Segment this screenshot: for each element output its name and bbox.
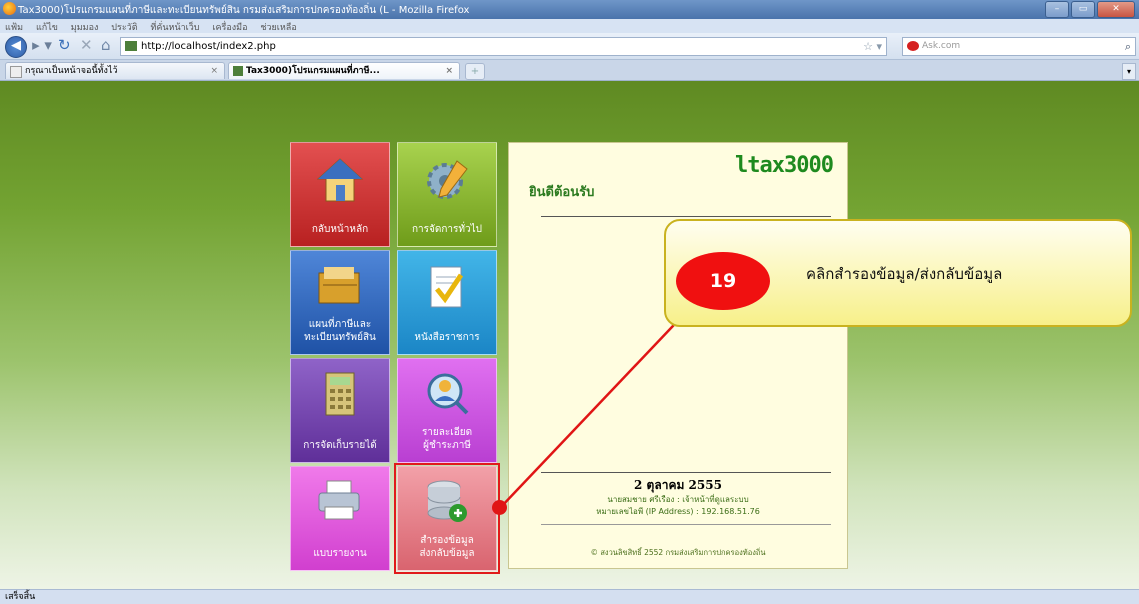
status-bar: เสร็จสิ้น bbox=[0, 589, 1139, 604]
site-favicon-icon bbox=[233, 66, 243, 76]
tab-close-icon[interactable]: × bbox=[210, 63, 218, 79]
tile-label: หนังสือราชการ bbox=[414, 332, 480, 343]
document-check-icon bbox=[430, 266, 464, 308]
firefox-icon bbox=[3, 2, 16, 15]
tile-official-letters[interactable]: หนังสือราชการ bbox=[397, 250, 497, 355]
calculator-icon bbox=[325, 372, 355, 416]
tile-label-line2: ทะเบียนทรัพย์สิน bbox=[304, 332, 376, 343]
site-favicon-icon bbox=[125, 41, 137, 51]
back-button[interactable]: ◀ bbox=[5, 36, 27, 58]
pointer-dot bbox=[492, 500, 507, 515]
user-magnifier-icon bbox=[427, 373, 469, 415]
tab-strip: กรุณาเป็นหน้าจอนี้ทั้งไว้ × Tax3000)โปรแ… bbox=[0, 60, 1139, 81]
search-placeholder: Ask.com bbox=[922, 41, 961, 51]
reload-button[interactable]: ↻ bbox=[58, 36, 71, 54]
title-bar: Tax3000)โปรแกรมแผนที่ภาษีและทะเบียนทรัพย… bbox=[0, 0, 1139, 19]
copyright: © สงวนลิขสิทธิ์ 2552 กรมส่งเสริมการปกครอ… bbox=[590, 548, 766, 557]
divider bbox=[541, 216, 831, 217]
window-title: Tax3000)โปรแกรมแผนที่ภาษีและทะเบียนทรัพย… bbox=[18, 5, 470, 16]
ip-info: หมายเลขไอพี (IP Address) : 192.168.51.76 bbox=[596, 507, 760, 516]
menu-bookmarks[interactable]: ที่คั่นหน้าเว็บ bbox=[150, 20, 199, 34]
printer-icon bbox=[318, 480, 360, 520]
tile-taxpayer-details[interactable]: รายละเอียดผู้ชำระภาษี bbox=[397, 358, 497, 463]
tab-label: Tax3000)โปรแกรมแผนที่ภาษี... bbox=[246, 66, 380, 76]
menu-view[interactable]: มุมมอง bbox=[71, 20, 99, 34]
tile-reports[interactable]: แบบรายงาน bbox=[290, 466, 390, 571]
highlight-box bbox=[394, 463, 500, 574]
search-input[interactable]: Ask.com ⌕ bbox=[902, 37, 1136, 56]
tile-label: แบบรายงาน bbox=[313, 548, 367, 559]
minimize-button[interactable]: – bbox=[1045, 1, 1069, 18]
new-tab-button[interactable]: + bbox=[465, 63, 485, 80]
tile-tax-map[interactable]: แผนที่ภาษีและทะเบียนทรัพย์สิน bbox=[290, 250, 390, 355]
brand-logo: ltax3000 bbox=[735, 153, 834, 178]
tile-label: กลับหน้าหลัก bbox=[311, 224, 369, 235]
home-button[interactable]: ⌂ bbox=[101, 36, 111, 54]
tile-general-management[interactable]: การจัดการทั่วไป bbox=[397, 142, 497, 247]
menu-tools[interactable]: เครื่องมือ bbox=[212, 20, 247, 34]
menu-file[interactable]: แฟ้ม bbox=[5, 20, 23, 34]
tile-label-line1: แผนที่ภาษีและ bbox=[308, 319, 372, 330]
step-number-badge: 19 bbox=[676, 252, 770, 310]
navigation-toolbar: ◀ ▸ ▾ ↻ ✕ ⌂ http://localhost/index2.php … bbox=[0, 33, 1139, 60]
tile-label-line1: รายละเอียด bbox=[421, 427, 473, 438]
welcome-panel: ltax3000 ยินดีต้อนรับ 2 ตุลาคม 2555 นายส… bbox=[508, 142, 848, 569]
tile-label-line2: ผู้ชำระภาษี bbox=[423, 440, 471, 451]
bookmark-star-icon[interactable]: ☆ ▾ bbox=[863, 38, 882, 55]
page-icon bbox=[10, 66, 22, 78]
menu-history[interactable]: ประวัติ bbox=[111, 20, 137, 34]
tab-label: กรุณาเป็นหน้าจอนี้ทั้งไว้ bbox=[25, 66, 118, 76]
divider bbox=[541, 472, 831, 473]
menu-bar: แฟ้ม แก้ไข มุมมอง ประวัติ ที่คั่นหน้าเว็… bbox=[0, 19, 1139, 33]
ask-engine-icon[interactable] bbox=[907, 41, 919, 51]
tile-label: การจัดการทั่วไป bbox=[411, 224, 483, 235]
tile-revenue-collection[interactable]: การจัดเก็บรายได้ bbox=[290, 358, 390, 463]
gear-pencil-icon bbox=[427, 160, 468, 199]
tile-home[interactable]: กลับหน้าหลัก bbox=[290, 142, 390, 247]
tab-blank[interactable]: กรุณาเป็นหน้าจอนี้ทั้งไว้ × bbox=[5, 62, 225, 79]
house-icon bbox=[316, 158, 364, 202]
maximize-button[interactable]: ▭ bbox=[1071, 1, 1095, 18]
instruction-text: คลิกสำรองข้อมูล/ส่งกลับข้อมูล bbox=[806, 265, 1003, 283]
tab-tax3000[interactable]: Tax3000)โปรแกรมแผนที่ภาษี... × bbox=[228, 62, 460, 79]
menu-help[interactable]: ช่วยเหลือ bbox=[260, 20, 296, 34]
url-bar[interactable]: http://localhost/index2.php ☆ ▾ bbox=[120, 37, 887, 56]
tab-close-icon[interactable]: × bbox=[445, 63, 453, 79]
stop-button[interactable]: ✕ bbox=[80, 36, 93, 54]
search-icon[interactable]: ⌕ bbox=[1125, 38, 1131, 55]
divider bbox=[541, 524, 831, 525]
close-button[interactable]: ✕ bbox=[1097, 1, 1135, 18]
welcome-heading: ยินดีต้อนรับ bbox=[529, 185, 595, 200]
url-text: http://localhost/index2.php bbox=[141, 41, 276, 52]
forward-button[interactable]: ▸ ▾ bbox=[29, 36, 55, 54]
tile-label: การจัดเก็บรายได้ bbox=[303, 440, 377, 451]
tab-list-button[interactable]: ▾ bbox=[1122, 63, 1136, 80]
menu-edit[interactable]: แก้ไข bbox=[36, 20, 58, 34]
map-folder-icon bbox=[318, 267, 360, 304]
